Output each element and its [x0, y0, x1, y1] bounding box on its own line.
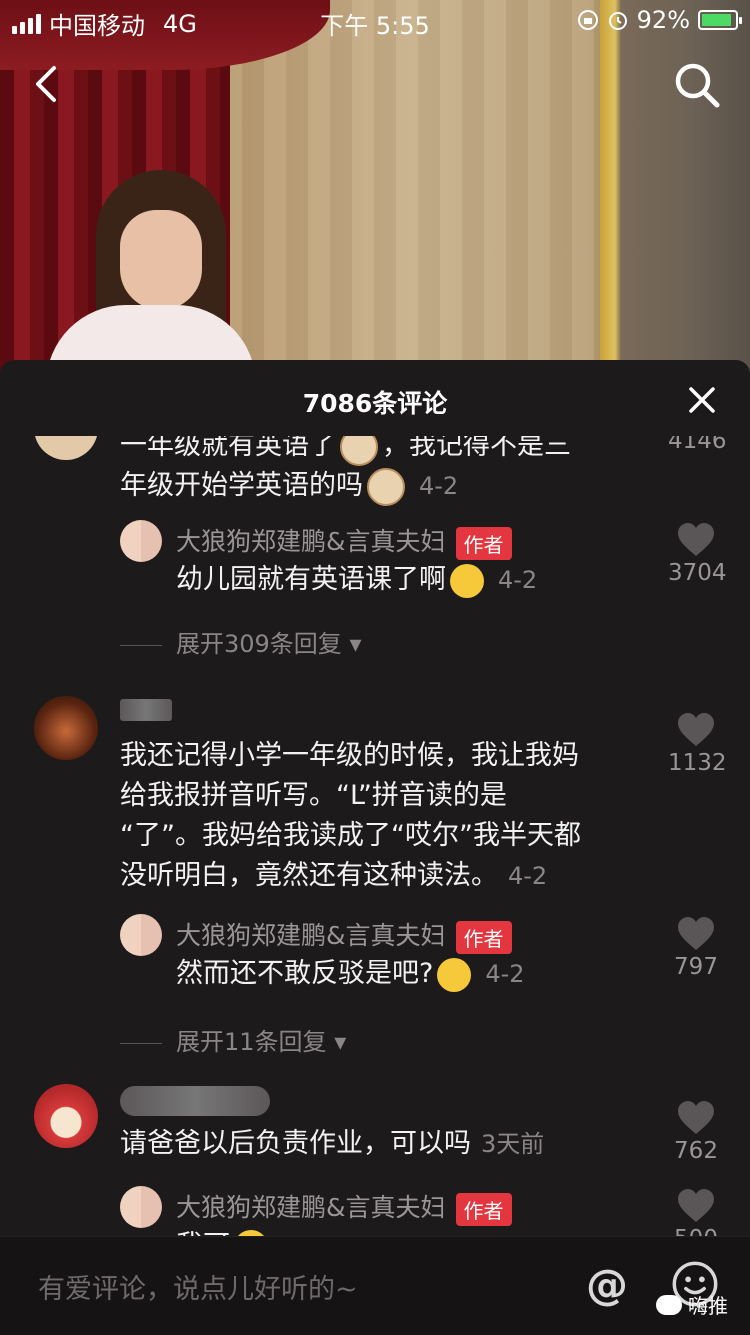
battery-icon: [698, 10, 742, 30]
comment-text: 请爸爸以后负责作业，可以吗 3天前: [120, 1124, 660, 1164]
reply-text: 幼儿园就有英语课了啊 4-2: [176, 560, 537, 600]
comment-time: 3天前: [481, 1130, 545, 1158]
back-icon[interactable]: [26, 62, 70, 106]
reply-time: 4-2: [498, 566, 538, 594]
person-face-image: [120, 210, 202, 310]
comments-count-title: 7086条评论: [302, 389, 448, 418]
sweat-face-emoji: [450, 563, 484, 598]
author-badge: 作者: [455, 920, 512, 954]
heart-icon: [678, 1189, 714, 1222]
like-count: 762: [674, 1138, 718, 1164]
chevron-down-icon: ▾: [334, 1028, 347, 1056]
author-badge: 作者: [455, 1192, 512, 1226]
expand-replies-button[interactable]: 展开11条回复 ▾: [120, 1022, 346, 1057]
comment-input[interactable]: 有爱评论，说点儿好听的~: [38, 1267, 358, 1306]
reply-author[interactable]: 大狼狗郑建鹏&言真夫妇 作者: [176, 1188, 512, 1226]
comment-text-line: 请爸爸以后负责作业，可以吗: [120, 1128, 471, 1159]
battery-percent: 92%: [636, 6, 690, 34]
author-avatar[interactable]: [120, 1186, 162, 1228]
reply-text-content: 然而还不敢反驳是吧?: [176, 958, 434, 989]
heart-icon: [678, 917, 714, 950]
expand-replies-button[interactable]: 展开309条回复 ▾: [120, 624, 362, 659]
username[interactable]: [120, 1086, 270, 1122]
status-right: 92%: [577, 6, 742, 34]
reply-time: 4-2: [485, 960, 525, 988]
avatar[interactable]: [34, 1084, 98, 1148]
heart-icon: [678, 1101, 714, 1134]
like-count: 500: [668, 1226, 724, 1236]
like-button[interactable]: 500: [668, 1188, 724, 1236]
status-bar: 中国移动 4G 下午 5:55 92%: [0, 0, 750, 40]
comment-time: 4-2: [508, 862, 548, 890]
comment-text-line: 一年级就有英语了: [120, 436, 336, 461]
avatar[interactable]: [34, 436, 98, 460]
author-name: 大狼狗郑建鹏&言真夫妇: [176, 1193, 446, 1222]
reply-text: 我可: [176, 1226, 272, 1236]
masked-username: [120, 1086, 270, 1116]
close-icon[interactable]: [688, 386, 716, 414]
like-count: 4146: [668, 436, 727, 454]
like-count: 1132: [668, 750, 727, 776]
like-button[interactable]: 797: [668, 916, 724, 980]
like-button[interactable]: 1132: [668, 712, 727, 776]
author-avatar[interactable]: [120, 520, 162, 562]
like-count: 3704: [668, 560, 727, 586]
comment-text-line: 给我报拼音听写。“L”拼音读的是: [120, 780, 507, 811]
masked-username: [120, 699, 172, 721]
reply-text: 然而还不敢反驳是吧? 4-2: [176, 954, 525, 994]
comment-text-line: 没听明白，竟然还有这种读法。: [120, 860, 498, 891]
watermark: 嗨推: [656, 1290, 728, 1319]
surprised-dog-emoji: [340, 436, 378, 466]
comment-input-bar: 有爱评论，说点儿好听的~ @: [0, 1236, 750, 1335]
expand-label: 展开11条回复: [176, 1028, 327, 1056]
reply-author[interactable]: 大狼狗郑建鹏&言真夫妇 作者: [176, 916, 512, 954]
comments-sheet: 7086条评论 一年级就有英语了 ，我记得不是三 年级开始学英语的吗 4-2 414…: [0, 360, 750, 1334]
reply-author[interactable]: 大狼狗郑建鹏&言真夫妇 作者: [176, 522, 512, 560]
comment-time: 4-2: [419, 472, 459, 500]
comment-text-line: 年级开始学英语的吗: [120, 470, 363, 501]
username[interactable]: [120, 698, 172, 727]
avatar[interactable]: [34, 696, 98, 760]
like-button[interactable]: 762: [668, 1100, 724, 1164]
chevron-down-icon: ▾: [349, 630, 362, 658]
comment-text-line: 我还记得小学一年级的时候，我让我妈: [120, 740, 579, 771]
author-badge: 作者: [455, 526, 512, 560]
alarm-icon: [608, 12, 627, 30]
rotation-lock-icon: [577, 10, 598, 30]
comment-text-line: ，我记得不是三: [382, 436, 571, 461]
wechat-icon: [656, 1294, 682, 1315]
search-icon[interactable]: [672, 60, 722, 110]
heart-icon: [678, 713, 714, 746]
comment-text: 我还记得小学一年级的时候，我让我妈 给我报拼音听写。“L”拼音读的是 “了”。我…: [120, 736, 660, 896]
painting-frame-image: [600, 0, 750, 380]
comment-text: 一年级就有英语了 ，我记得不是三 年级开始学英语的吗 4-2: [120, 436, 640, 506]
reply-text-content: 幼儿园就有英语课了啊: [176, 564, 446, 595]
divider: [120, 1042, 162, 1044]
divider: [120, 644, 162, 646]
author-name: 大狼狗郑建鹏&言真夫妇: [176, 921, 446, 950]
comment-text-line: “了”。我妈给我读成了“哎尔”我半天都: [120, 820, 581, 851]
comments-header: 7086条评论: [0, 360, 750, 440]
like-button[interactable]: 3704: [668, 522, 727, 586]
author-name: 大狼狗郑建鹏&言真夫妇: [176, 527, 446, 556]
surprised-dog-emoji: [367, 467, 405, 506]
author-avatar[interactable]: [120, 914, 162, 956]
video-background[interactable]: [0, 0, 750, 380]
comment-list[interactable]: 一年级就有英语了 ，我记得不是三 年级开始学英语的吗 4-2 4146 大狼狗郑建鹏…: [0, 436, 750, 1236]
like-button[interactable]: 4146: [668, 436, 727, 454]
battery-fill: [702, 14, 732, 26]
mention-icon[interactable]: @: [583, 1261, 631, 1309]
expand-label: 展开309条回复: [176, 630, 342, 658]
laughing-tears-emoji: [437, 957, 472, 992]
watermark-text: 嗨推: [688, 1294, 728, 1318]
heart-icon: [678, 523, 714, 556]
like-count: 797: [674, 954, 718, 980]
